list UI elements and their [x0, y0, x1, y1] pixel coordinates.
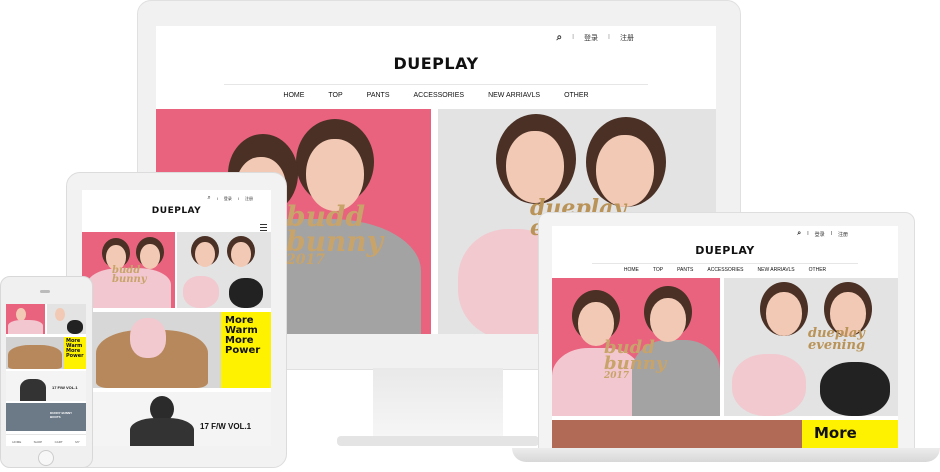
- desktop-nav: HOME TOP PANTS ACCESSORIES NEW ARRIAVLS …: [156, 92, 716, 99]
- boots-banner-text: DUDDY BUNNY BOOTS: [50, 411, 73, 419]
- search-icon[interactable]: ⌕: [207, 195, 210, 202]
- model-face: [506, 131, 564, 203]
- tablet-screen: ⌕ I 登录 I 注册 DUEPLAY budd bunny More Warm…: [82, 190, 271, 446]
- model-face: [231, 242, 251, 267]
- site-logo[interactable]: DUEPLAY: [552, 244, 898, 257]
- plush-black: [67, 320, 83, 334]
- nav-new-arrivals[interactable]: NEW ARRIAVLS: [488, 92, 540, 99]
- banner-script: budd bunny: [112, 265, 147, 285]
- promo-text-box: More: [802, 420, 898, 448]
- phone-promo[interactable]: More Warm More Power: [6, 337, 86, 369]
- header-divider: [224, 84, 648, 85]
- tab-home[interactable]: HOME: [12, 435, 21, 446]
- banner-script: dueplay evening: [808, 326, 866, 353]
- login-link[interactable]: 登录: [815, 231, 825, 238]
- desktop-utility-bar: ⌕ I 登录 I 注册: [556, 32, 634, 43]
- phone-collection[interactable]: 17 F/W VOL.1: [6, 371, 86, 401]
- plush-black: [820, 362, 890, 416]
- separator: I: [216, 196, 218, 201]
- phone-boots-banner[interactable]: DUDDY BUNNY BOOTS: [6, 403, 86, 431]
- plush-black: [229, 278, 263, 308]
- nav-new-arrivals[interactable]: NEW ARRIAVLS: [758, 267, 795, 273]
- laptop-screen: ⌕ I 登录 I 注册 DUEPLAY HOME TOP PANTS ACCES…: [552, 226, 898, 448]
- tab-my[interactable]: MY: [75, 435, 80, 446]
- monitor-stand-base: [337, 436, 539, 446]
- phone-banner-right[interactable]: [47, 304, 86, 334]
- phone: More Warm More Power 17 F/W VOL.1 DUDDY …: [0, 276, 93, 468]
- collection-title: 17 F/W VOL.1: [200, 422, 252, 431]
- phone-banner-left[interactable]: [6, 304, 45, 334]
- plush-bunny: [183, 276, 219, 308]
- tablet-banner-left[interactable]: budd bunny: [82, 232, 175, 308]
- separator: I: [237, 196, 239, 201]
- nav-other[interactable]: OTHER: [564, 92, 589, 99]
- separator: I: [807, 231, 809, 237]
- tablet-banner-right[interactable]: [177, 232, 271, 308]
- model-outfit: [20, 379, 46, 401]
- phone-speaker: [40, 290, 50, 293]
- register-link[interactable]: 注册: [620, 33, 634, 43]
- search-icon[interactable]: ⌕: [556, 32, 562, 43]
- phone-screen: More Warm More Power 17 F/W VOL.1 DUDDY …: [6, 304, 86, 446]
- model-face: [195, 242, 215, 267]
- nav-top[interactable]: TOP: [653, 267, 663, 273]
- separator: I: [572, 34, 575, 41]
- register-link[interactable]: 注册: [838, 231, 848, 238]
- laptop-utility-bar: ⌕ I 登录 I 注册: [797, 230, 848, 238]
- tablet-utility-bar: ⌕ I 登录 I 注册: [207, 195, 253, 202]
- header-divider: [592, 263, 858, 264]
- model-hoodie: [8, 320, 43, 334]
- nav-top[interactable]: TOP: [328, 92, 342, 99]
- nav-accessories[interactable]: ACCESSORIES: [414, 92, 465, 99]
- nav-accessories[interactable]: ACCESSORIES: [707, 267, 743, 273]
- monitor-stand-neck: [373, 368, 503, 438]
- nav-home[interactable]: HOME: [624, 267, 639, 273]
- plush-bunny: [130, 318, 166, 358]
- phone-tab-bar: HOME SHOP CART MY: [6, 434, 86, 446]
- laptop-banner-left[interactable]: budd bunny 2017: [552, 278, 720, 416]
- hamburger-menu-icon[interactable]: [260, 224, 267, 231]
- nav-pants[interactable]: PANTS: [367, 92, 390, 99]
- model-outfit: [130, 418, 194, 446]
- register-link[interactable]: 注册: [245, 196, 253, 202]
- nav-home[interactable]: HOME: [283, 92, 304, 99]
- phone-home-button[interactable]: [38, 450, 54, 466]
- promo-text-box: More Warm More Power: [64, 337, 86, 369]
- tablet-collection[interactable]: 17 F/W VOL.1: [90, 392, 271, 446]
- plush-bunny: [732, 354, 806, 416]
- site-logo[interactable]: DUEPLAY: [156, 54, 716, 73]
- nav-other[interactable]: OTHER: [809, 267, 827, 273]
- separator: I: [830, 231, 832, 237]
- banner-script: budd bunny 2017: [286, 200, 383, 269]
- login-link[interactable]: 登录: [224, 196, 232, 202]
- laptop-base: [512, 448, 940, 462]
- banner-script: budd bunny 2017: [604, 337, 667, 382]
- nav-pants[interactable]: PANTS: [677, 267, 693, 273]
- tab-shop[interactable]: SHOP: [34, 435, 43, 446]
- separator: I: [608, 34, 610, 41]
- login-link[interactable]: 登录: [584, 33, 598, 43]
- laptop-banner-right[interactable]: dueplay evening: [724, 278, 898, 416]
- model-face: [55, 308, 65, 321]
- site-logo[interactable]: DUEPLAY: [82, 206, 271, 216]
- laptop: ⌕ I 登录 I 注册 DUEPLAY HOME TOP PANTS ACCES…: [512, 212, 940, 472]
- plush-bears: [8, 345, 62, 369]
- laptop-promo-strip[interactable]: More: [552, 420, 898, 448]
- collection-title: 17 F/W VOL.1: [52, 385, 78, 390]
- tablet: ⌕ I 登录 I 注册 DUEPLAY budd bunny More Warm…: [66, 172, 287, 468]
- model-face: [650, 298, 686, 342]
- tab-cart[interactable]: CART: [55, 435, 63, 446]
- promo-text-box: More Warm More Power: [221, 312, 271, 388]
- search-icon[interactable]: ⌕: [797, 230, 801, 238]
- laptop-nav: HOME TOP PANTS ACCESSORIES NEW ARRIAVLS …: [552, 267, 898, 273]
- model-face: [766, 292, 802, 336]
- tablet-promo[interactable]: More Warm More Power: [90, 312, 271, 388]
